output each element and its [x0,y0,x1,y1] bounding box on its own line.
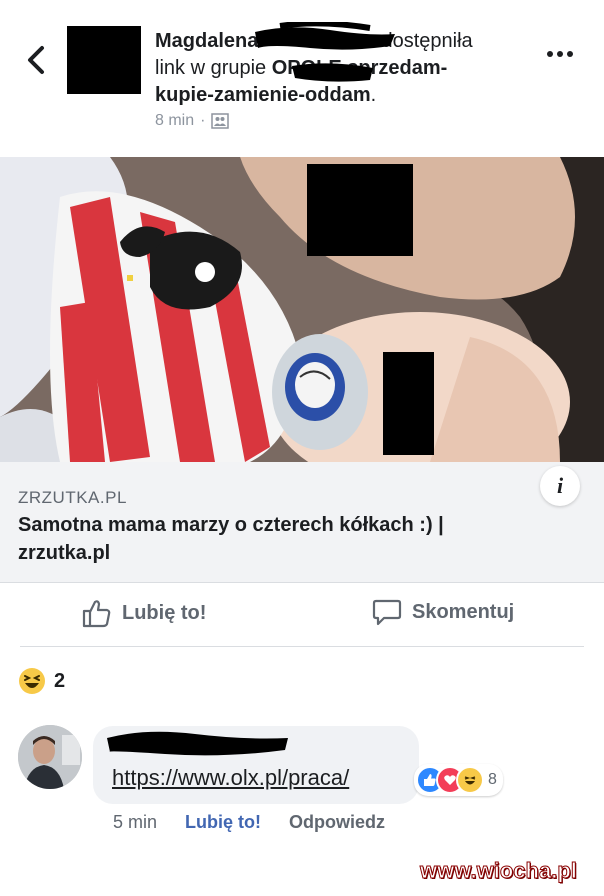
comment-meta: 5 min Lubię to! Odpowiedz [113,812,385,833]
comment-button-label: Skomentuj [412,600,515,623]
comment-link[interactable]: https://www.olx.pl/praca/ [112,765,349,791]
comment-like-button[interactable]: Lubię to! [185,812,261,833]
comment-bubble-icon [372,599,402,626]
link-domain: ZRZUTKA.PL [18,488,127,507]
post-meta: 8 min · [155,112,230,130]
watermark: www.wiocha.pl [420,858,578,884]
commenter-avatar-photo [18,725,82,789]
comment-reply-button[interactable]: Odpowiedz [289,812,385,833]
author-avatar-redacted[interactable] [67,26,141,94]
more-dots-icon[interactable] [545,44,575,64]
comment-reaction-count: 8 [488,771,497,788]
reaction-count: 2 [54,669,66,692]
photo-illustration [0,157,604,462]
divider [20,646,584,647]
reactions-summary[interactable]: 2 [18,667,65,695]
comment-time[interactable]: 5 min [113,812,157,833]
author-name[interactable]: Magdalena [155,30,258,52]
meta-dot: · [200,112,206,129]
name-redaction-scribble-2 [292,63,373,82]
group-prefix: link w grupie [155,57,272,79]
group-name-line2[interactable]: kupie-zamienie-oddam [155,84,371,106]
like-button-label: Lubię to! [122,601,207,624]
back-chevron-icon[interactable] [22,40,52,80]
info-icon[interactable]: i [540,466,580,506]
comment-reactions[interactable]: 8 [414,764,503,796]
group-icon [211,113,230,129]
group-name-end: . [370,84,377,106]
commenter-name-redaction [107,731,288,756]
link-title[interactable]: Samotna mama marzy o czterech kółkach :)… [18,511,538,567]
post-time[interactable]: 8 min [155,112,194,130]
post-photo[interactable] [0,157,604,462]
comment-button[interactable]: Skomentuj [372,597,514,627]
thumbs-up-icon [82,600,111,628]
name-redaction-scribble [255,22,395,50]
commenter-avatar[interactable] [18,725,82,789]
like-button[interactable]: Lubię to! [80,597,206,629]
haha-icon [456,766,484,794]
haha-icon [19,668,45,694]
